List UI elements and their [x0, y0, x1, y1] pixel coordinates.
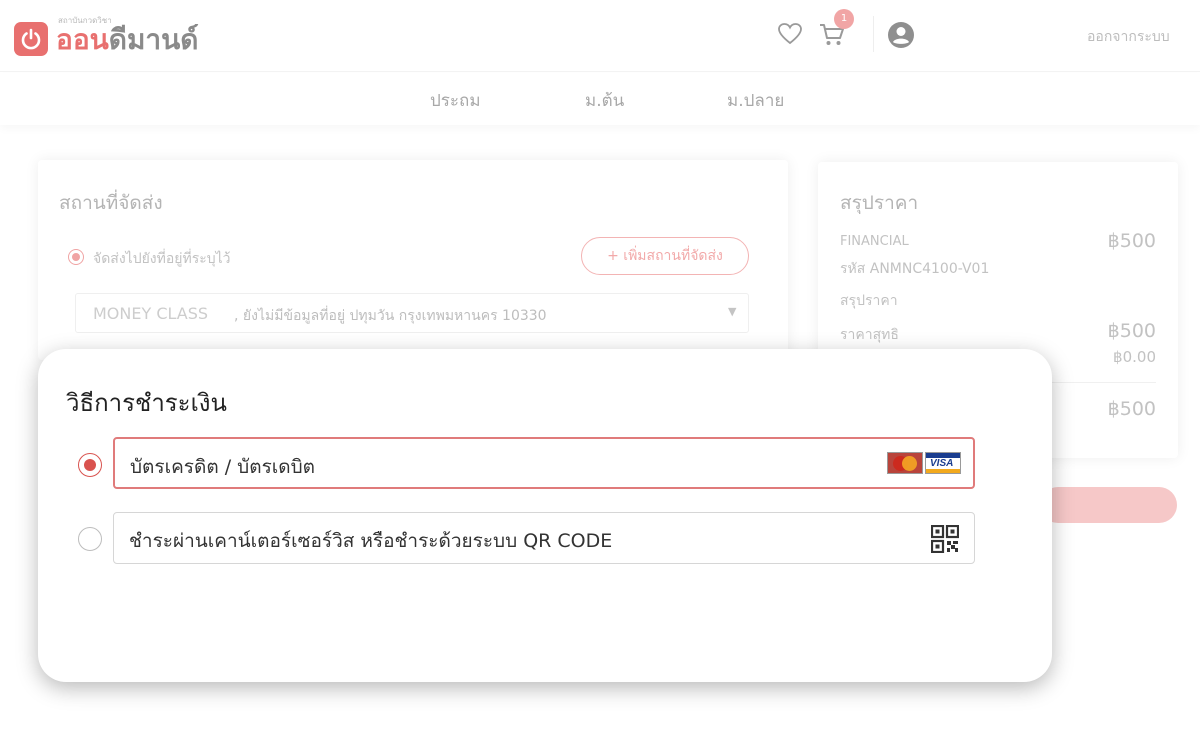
summary-subtitle: สรุปราคา	[840, 293, 898, 309]
caret-down-icon: ▼	[728, 305, 737, 318]
nav-item-lower-secondary[interactable]: ม.ต้น	[585, 87, 624, 114]
power-icon	[14, 22, 48, 56]
counter-service-radio[interactable]	[78, 527, 102, 551]
site-logo[interactable]: สถาบันกวดวิชา ออนดีมานด์	[14, 12, 198, 58]
visa-icon: VISA	[925, 452, 961, 474]
credit-card-option-label: บัตรเครดิต / บัตรเดบิต	[130, 456, 316, 478]
logout-link[interactable]: ออกจากระบบ	[1087, 26, 1170, 48]
nav-item-primary[interactable]: ประถม	[430, 87, 481, 114]
checkout-button[interactable]	[1040, 487, 1177, 523]
product-name: FINANCIAL	[840, 234, 909, 249]
product-price: ฿500	[1107, 230, 1156, 252]
credit-card-radio[interactable]	[78, 453, 102, 477]
address-detail: , ยังไม่มีข้อมูลที่อยู่ ปทุมวัน กรุงเทพม…	[234, 308, 547, 324]
logo-part-1: ออน	[56, 23, 109, 56]
credit-card-brands-icon: VISA	[887, 452, 961, 476]
net-price-label: ราคาสุทธิ	[840, 327, 899, 343]
cart-count-badge: 1	[834, 9, 854, 29]
shipping-option-label: จัดส่งไปยังที่อยู่ที่ระบุไว้	[93, 251, 231, 267]
payment-title: วิธีการชำระเงิน	[66, 389, 227, 417]
mastercard-icon	[887, 452, 923, 474]
address-select[interactable]: MONEY CLASS , ยังไม่มีข้อมูลที่อยู่ ปทุม…	[75, 293, 749, 333]
header-divider	[873, 16, 874, 52]
counter-qr-option-label: ชำระผ่านเคาน์เตอร์เซอร์วิส หรือชำระด้วยร…	[129, 530, 613, 552]
shipping-option-radio[interactable]	[68, 249, 84, 265]
payment-option-credit-card[interactable]: บัตรเครดิต / บัตรเดบิต VISA	[113, 437, 975, 489]
logo-part-2: ดีมานด์	[108, 23, 199, 56]
payment-method-panel: วิธีการชำระเงิน บัตรเครดิต / บัตรเดบิต V…	[38, 349, 1052, 682]
total-price-value: ฿500	[1107, 398, 1156, 420]
nav-item-upper-secondary[interactable]: ม.ปลาย	[727, 87, 784, 114]
category-nav: ประถม ม.ต้น ม.ปลาย	[0, 73, 1200, 125]
site-header: สถาบันกวดวิชา ออนดีมานด์ 1 ออกจากระบบ	[0, 0, 1200, 72]
shipping-card: สถานที่จัดส่ง จัดส่งไปยังที่อยู่ที่ระบุไ…	[38, 160, 788, 360]
summary-title: สรุปราคา	[840, 192, 919, 214]
product-code: รหัส ANMNC4100-V01	[840, 261, 990, 277]
payment-option-counter-qr[interactable]: ชำระผ่านเคาน์เตอร์เซอร์วิส หรือชำระด้วยร…	[113, 512, 975, 564]
shipping-title: สถานที่จัดส่ง	[59, 192, 163, 214]
qr-code-icon	[930, 524, 960, 557]
discount-value: ฿0.00	[1113, 348, 1156, 366]
heart-icon[interactable]	[777, 22, 803, 50]
user-avatar-icon[interactable]	[886, 20, 916, 54]
logo-wordmark: ออนดีมานด์	[56, 24, 198, 56]
address-name: MONEY CLASS	[93, 304, 209, 323]
add-address-button[interactable]: + เพิ่มสถานที่จัดส่ง	[581, 237, 749, 275]
net-price-value: ฿500	[1107, 320, 1156, 342]
